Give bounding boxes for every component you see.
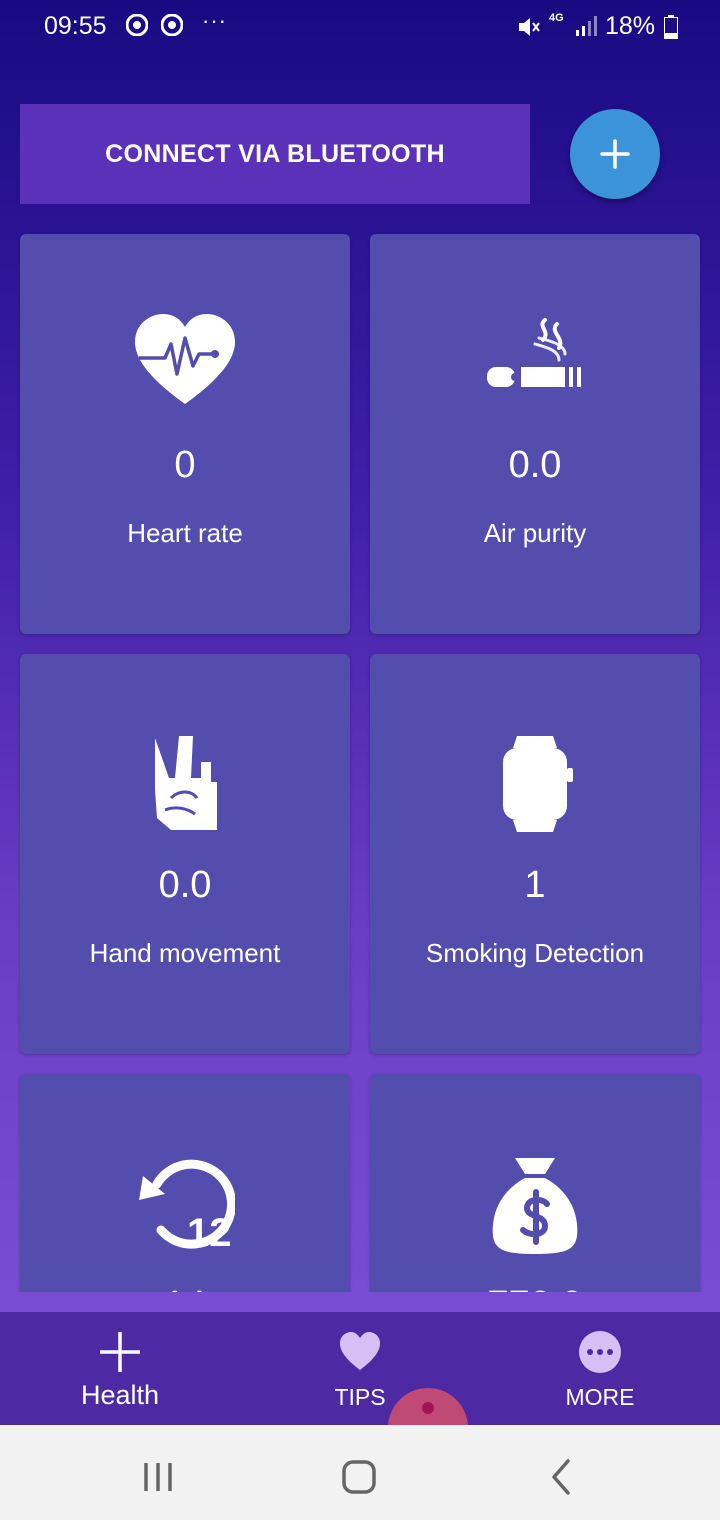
smoking-detection-label: Smoking Detection [425,938,645,968]
bubble-dot [422,1402,434,1414]
more-dots-icon [579,1331,621,1373]
metrics-grid: 0 Heart rate 0.0 Air purity 0.0 Hand mov… [0,0,720,1292]
air-purity-value: 0.0 [508,444,562,486]
hand-movement-label: Hand movement [89,938,281,968]
clock-value: 14 [20,1284,350,1292]
home-icon[interactable] [329,1447,389,1507]
plus-icon [100,1332,140,1372]
clock-12-text: 12 [187,1211,232,1254]
money-saved-value: 770.0 [370,1284,700,1292]
bottom-navigation: Health TIPS MORE [0,1312,720,1425]
nav-item-more[interactable]: MORE [520,1312,680,1425]
heart-rate-value: 0 [174,444,196,486]
cigarette-icon [487,318,581,387]
heart-pulse-icon [135,314,235,404]
nav-label-health: Health [80,1380,160,1410]
nav-item-health[interactable]: Health [40,1312,200,1425]
air-purity-label: Air purity [483,518,587,548]
smoking-detection-value: 1 [524,864,546,906]
money-bag-icon [492,1158,578,1254]
card-smoking-detection[interactable]: 1 Smoking Detection [370,654,700,1054]
card-clock[interactable]: 12 14 [20,1074,350,1292]
card-money-saved[interactable]: 770.0 [370,1074,700,1292]
heart-icon [340,1332,380,1370]
heart-rate-label: Heart rate [127,518,243,548]
nav-label-more: MORE [565,1384,635,1410]
smartwatch-icon [503,736,573,832]
hand-movement-value: 0.0 [158,864,212,906]
recent-apps-icon[interactable] [128,1447,188,1507]
app-screen: 09:55 ··· 4G 18% CONNECT VIA BLUETOOTH 0… [0,0,720,1425]
clock-12-icon: 12 [139,1159,235,1254]
peace-hand-icon [155,736,217,830]
card-hand-movement[interactable]: 0.0 Hand movement [20,654,350,1054]
card-heart-rate[interactable]: 0 Heart rate [20,234,350,634]
system-navigation-bar [0,1425,720,1520]
back-icon[interactable] [530,1447,590,1507]
card-air-purity[interactable]: 0.0 Air purity [370,234,700,634]
